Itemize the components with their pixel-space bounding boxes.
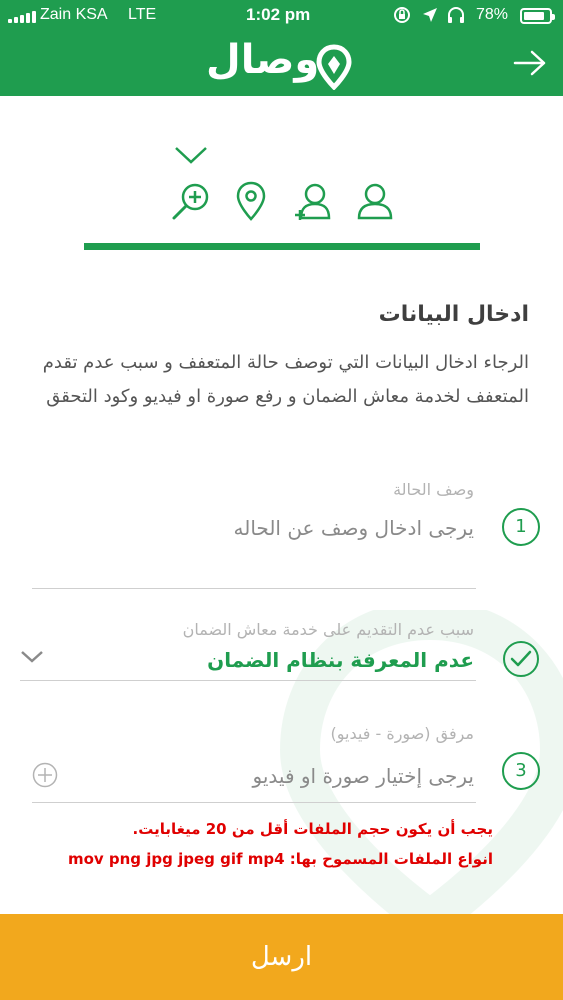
form-title: ادخال البيانات [378,302,529,327]
step-number-badge: 1 [502,508,540,546]
check-circle-icon [503,641,539,677]
file-types-warning: انواع الملفات المسموح بها: mov png jpg j… [67,850,493,868]
network-type: LTE [128,6,157,23]
app-logo: وصال [206,36,356,90]
battery-percent: 78% [476,6,509,23]
reason-select[interactable]: عدم المعرفة بنظام الضمان [207,648,474,672]
chevron-down-icon[interactable] [20,650,44,664]
location-arrow-icon [423,8,437,22]
attachment-underline [32,802,476,803]
location-pin-icon[interactable] [230,180,272,222]
app-header: Zain KSA LTE 1:02 pm 78% وصال [0,0,563,96]
attachment-label: مرفق (صورة - فيديو) [330,724,474,743]
battery-icon [520,8,555,24]
signal-bars-icon [8,10,36,23]
search-plus-icon[interactable] [170,180,212,222]
headphones-icon [448,7,464,23]
clock: 1:02 pm [246,5,311,24]
progress-bar [84,243,480,250]
submit-button[interactable]: ارسل [0,914,563,1000]
user-icon[interactable] [354,180,396,222]
description-label: وصف الحالة [393,480,474,499]
attachment-input[interactable]: يرجى إختيار صورة او فيديو [253,764,474,788]
screen: Zain KSA LTE 1:02 pm 78% وصال ادخال البي… [0,0,563,1000]
arrow-right-icon[interactable] [512,48,548,78]
description-input[interactable]: يرجى ادخال وصف عن الحاله [234,516,475,540]
form-intro: الرجاء ادخال البيانات التي توصف حالة الم… [42,352,529,407]
orientation-lock-icon [394,7,410,23]
logo-wordmark: وصال [206,37,320,83]
chevron-down-icon [175,147,207,164]
progress-stepper [0,140,563,260]
reason-label: سبب عدم التقديم على خدمة معاش الضمان [182,620,474,639]
description-underline [32,588,476,589]
logo-pin-icon [316,44,352,90]
add-user-icon[interactable] [292,180,334,222]
file-size-warning: يجب أن يكون حجم الملفات أقل من 20 ميغابا… [132,820,493,838]
reason-underline [20,680,476,681]
step-number-badge: 3 [502,752,540,790]
add-attachment-icon[interactable] [32,762,58,788]
status-bar: Zain KSA LTE 1:02 pm 78% [0,0,563,32]
carrier-name: Zain KSA [40,6,108,23]
